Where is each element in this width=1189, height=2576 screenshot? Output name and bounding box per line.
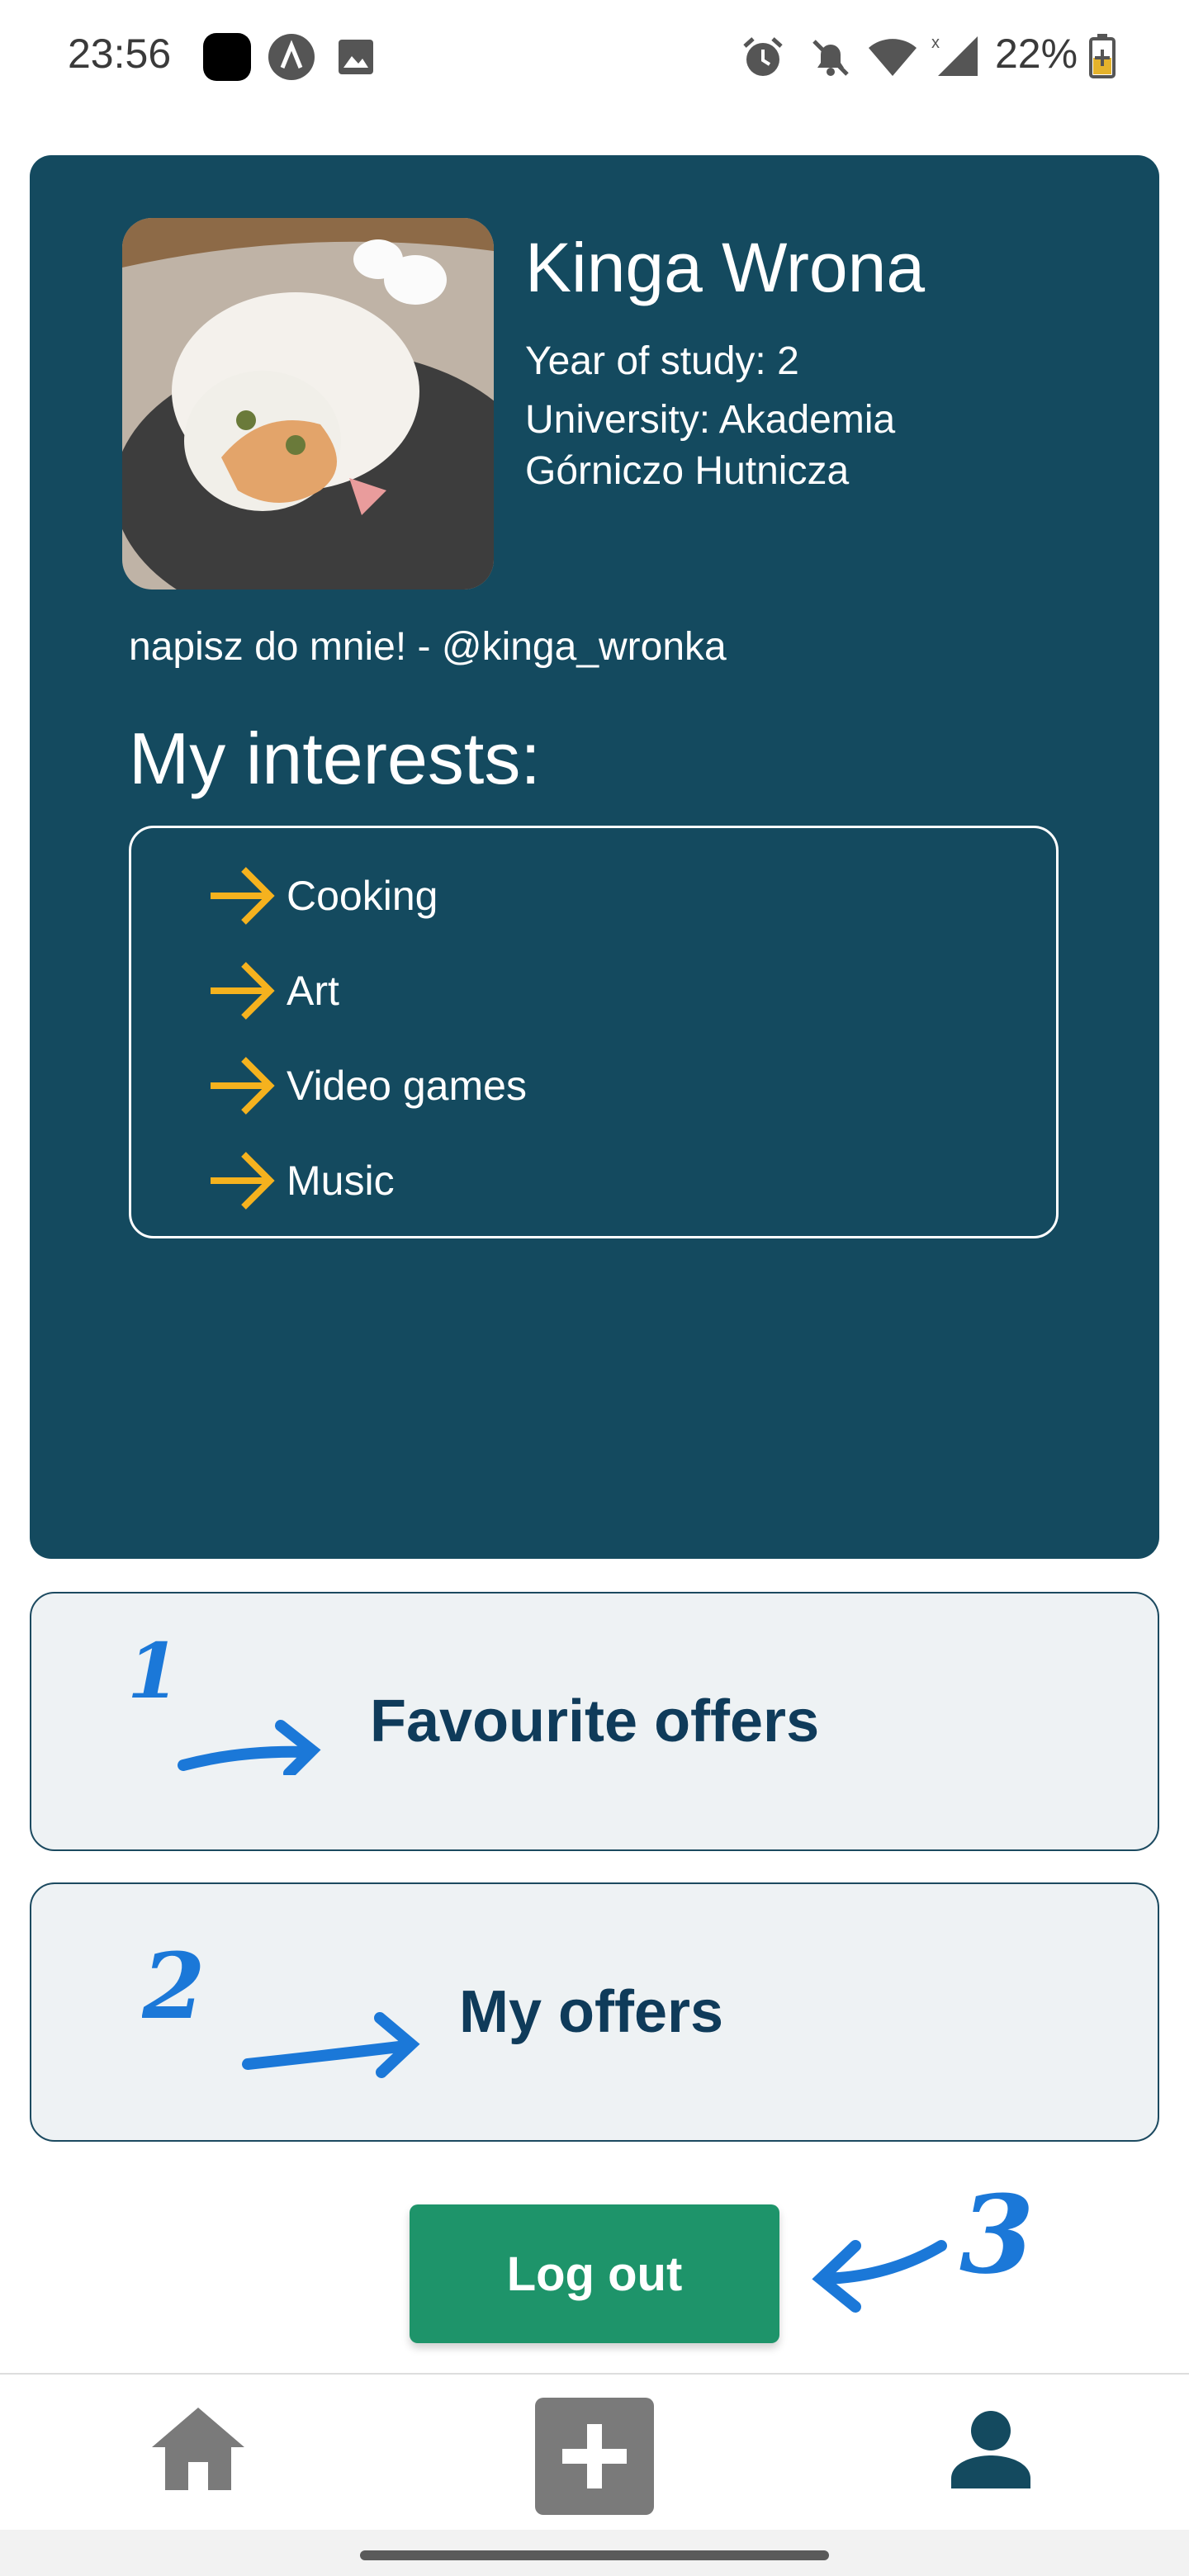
arrow-right-icon xyxy=(211,867,275,925)
my-offers-label: My offers xyxy=(459,1979,724,2045)
bottom-navigation xyxy=(0,2373,1189,2531)
interest-item: Art xyxy=(207,958,339,1024)
arrow-right-icon xyxy=(211,1152,275,1210)
app-icon xyxy=(203,33,251,85)
interests-list: Cooking Art Video games Music xyxy=(129,826,1059,1238)
logout-button[interactable]: Log out xyxy=(410,2204,779,2343)
battery-charging-icon xyxy=(1088,33,1116,83)
alarm-icon xyxy=(740,35,786,85)
add-icon[interactable] xyxy=(535,2398,654,2519)
interest-item: Cooking xyxy=(207,863,438,929)
favourite-offers-label: Favourite offers xyxy=(370,1688,820,1754)
arrow-right-icon xyxy=(211,962,275,1020)
image-icon xyxy=(337,38,375,80)
bell-off-icon xyxy=(809,36,852,83)
profile-icon[interactable] xyxy=(951,2411,1030,2493)
interest-label: Music xyxy=(287,1158,395,1204)
annotation-3: 3 xyxy=(812,2171,1034,2313)
annotation-2: 2 xyxy=(142,1933,420,2078)
interest-item: Video games xyxy=(207,1053,527,1119)
status-bar: 23:56 x 22% xyxy=(0,0,1189,116)
arrow-right-icon xyxy=(211,1057,275,1115)
profile-name: Kinga Wrona xyxy=(525,229,926,306)
university: University: Akademia Górniczo Hutnicza xyxy=(525,398,896,493)
home-icon[interactable] xyxy=(152,2408,244,2494)
annotation-1-number: 1 xyxy=(127,1635,180,1716)
gesture-bar[interactable] xyxy=(360,2550,829,2560)
year-of-study: Year of study: 2 xyxy=(525,339,799,383)
a-icon xyxy=(268,33,315,85)
bio: napisz do mnie! - @kinga_wronka xyxy=(129,625,727,669)
annotation-3-number: 3 xyxy=(959,2171,1034,2298)
interests-title: My interests: xyxy=(129,717,541,799)
interest-item: Music xyxy=(207,1148,395,1214)
interest-label: Video games xyxy=(287,1063,527,1109)
signal-icon: x xyxy=(928,31,981,82)
wifi-icon xyxy=(867,36,918,82)
svg-text:x: x xyxy=(931,34,940,52)
annotation-2-number: 2 xyxy=(142,1933,206,2039)
battery-percentage: 22% xyxy=(995,31,1078,77)
interest-label: Cooking xyxy=(287,873,438,919)
avatar xyxy=(122,218,494,590)
annotation-1: 1 xyxy=(127,1635,321,1775)
interest-label: Art xyxy=(287,968,339,1014)
status-time: 23:56 xyxy=(68,31,172,77)
